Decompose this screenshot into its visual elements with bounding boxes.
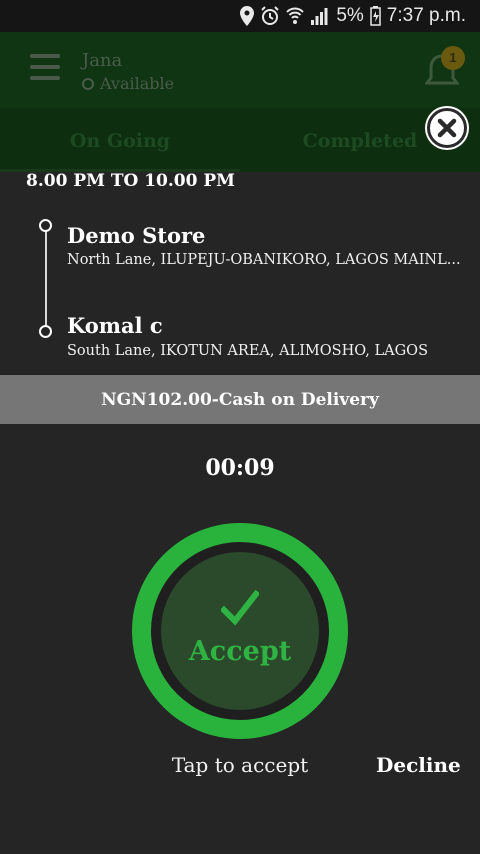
notification-badge: 1 [441, 46, 465, 70]
countdown-timer: 00:09 [205, 455, 275, 481]
delivery-time-window: 8.00 PM TO 10.00 PM [26, 171, 235, 191]
tab-bar: On Going Completed [0, 108, 480, 172]
battery-percent: 5% [336, 5, 364, 26]
pickup-address: North Lane, ILUPEJU-OBANIKORO, LAGOS MAI… [67, 252, 461, 268]
availability-status: Available [82, 74, 174, 93]
status-dot-icon [82, 77, 94, 90]
alarm-icon [261, 6, 280, 25]
background-app: Jana Available 1 On Going Completed [0, 32, 480, 172]
accept-button[interactable]: Accept [132, 523, 348, 739]
clock: 7:37 p.m. [386, 5, 466, 26]
route-line [45, 225, 47, 333]
availability-label: Available [100, 74, 175, 93]
accept-inner: Accept [161, 552, 319, 710]
pickup-name: Demo Store [67, 223, 206, 248]
menu-icon [30, 54, 60, 84]
battery-icon [370, 6, 381, 26]
decline-button[interactable]: Decline [376, 753, 461, 777]
user-name: Jana [82, 50, 123, 71]
payment-label: NGN102.00-Cash on Delivery [101, 389, 379, 410]
tab-on-going: On Going [0, 108, 240, 172]
accept-label: Accept [188, 636, 292, 667]
wifi-icon [286, 7, 305, 24]
accept-ring: Accept [151, 542, 329, 720]
status-bar: 5% 7:37 p.m. [0, 0, 480, 32]
dropoff-name: Komal c [67, 313, 163, 338]
check-icon [221, 590, 259, 626]
app-bar: Jana Available 1 [0, 32, 480, 108]
close-button[interactable] [427, 108, 467, 148]
dropoff-dot-icon [39, 325, 52, 338]
payment-bar: NGN102.00-Cash on Delivery [0, 375, 480, 424]
pickup-dot-icon [39, 219, 52, 232]
location-icon [240, 6, 255, 26]
signal-icon [311, 8, 328, 25]
close-icon [437, 118, 457, 138]
dropoff-address: South Lane, IKOTUN AREA, ALIMOSHO, LAGOS [67, 343, 428, 359]
